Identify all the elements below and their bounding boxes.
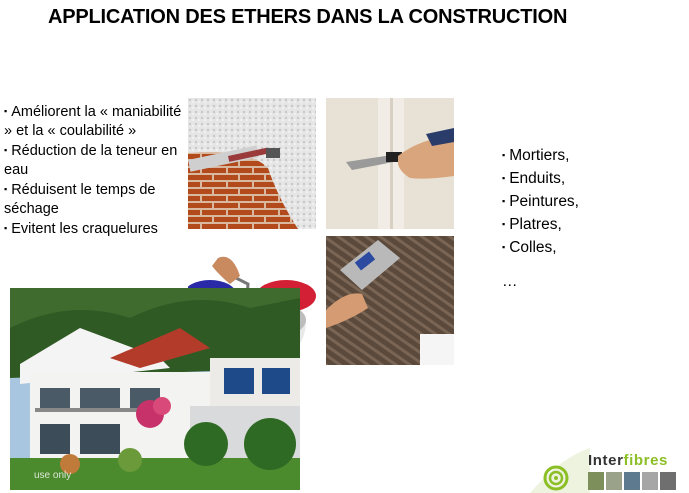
- bullet-icon: ▪: [4, 184, 8, 194]
- use-item: ▪ Peintures,: [502, 193, 579, 210]
- photo-notched-trowel: [326, 236, 454, 365]
- benefit-item: ▪ Améliorent la « maniabilité » et la « c…: [4, 104, 182, 139]
- bullet-icon: ▪: [4, 145, 8, 155]
- bullet-icon: ▪: [4, 106, 8, 116]
- use-item: ▪ Mortiers,: [502, 147, 570, 164]
- watermark-text: use only: [34, 470, 72, 481]
- bullet-icon: ▪: [502, 242, 506, 252]
- logo-wordmark: Interfibres: [588, 452, 668, 469]
- benefit-item: ▪ Evitent les craquelures: [4, 221, 158, 237]
- use-item: ▪ Platres,: [502, 216, 562, 233]
- bullet-icon: ▪: [502, 150, 506, 160]
- interfibres-logo: Interfibres: [530, 448, 688, 493]
- photo-plaster-spraying: [188, 98, 316, 229]
- bullet-icon: ▪: [502, 173, 506, 183]
- use-more: …: [502, 273, 518, 290]
- use-item: ▪ Enduits,: [502, 170, 566, 187]
- slide-title: APPLICATION DES ETHERS DANS LA CONSTRUCT…: [48, 6, 568, 28]
- benefits-list: ▪ Améliorent la « maniabilité » et la « c…: [4, 102, 186, 239]
- use-item: ▪ Colles,: [502, 239, 557, 256]
- bullet-icon: ▪: [4, 223, 8, 233]
- uses-list: ▪ Mortiers, ▪ Enduits, ▪ Peintures, ▪ Platre…: [502, 144, 579, 293]
- photo-trowel-joint: [326, 98, 454, 229]
- photo-house: use only: [10, 288, 300, 490]
- bullet-icon: ▪: [502, 196, 506, 206]
- bullet-icon: ▪: [502, 219, 506, 229]
- benefit-item: ▪ Réduisent le temps de séchage: [4, 182, 156, 217]
- benefit-item: ▪ Réduction de la teneur en eau: [4, 143, 178, 178]
